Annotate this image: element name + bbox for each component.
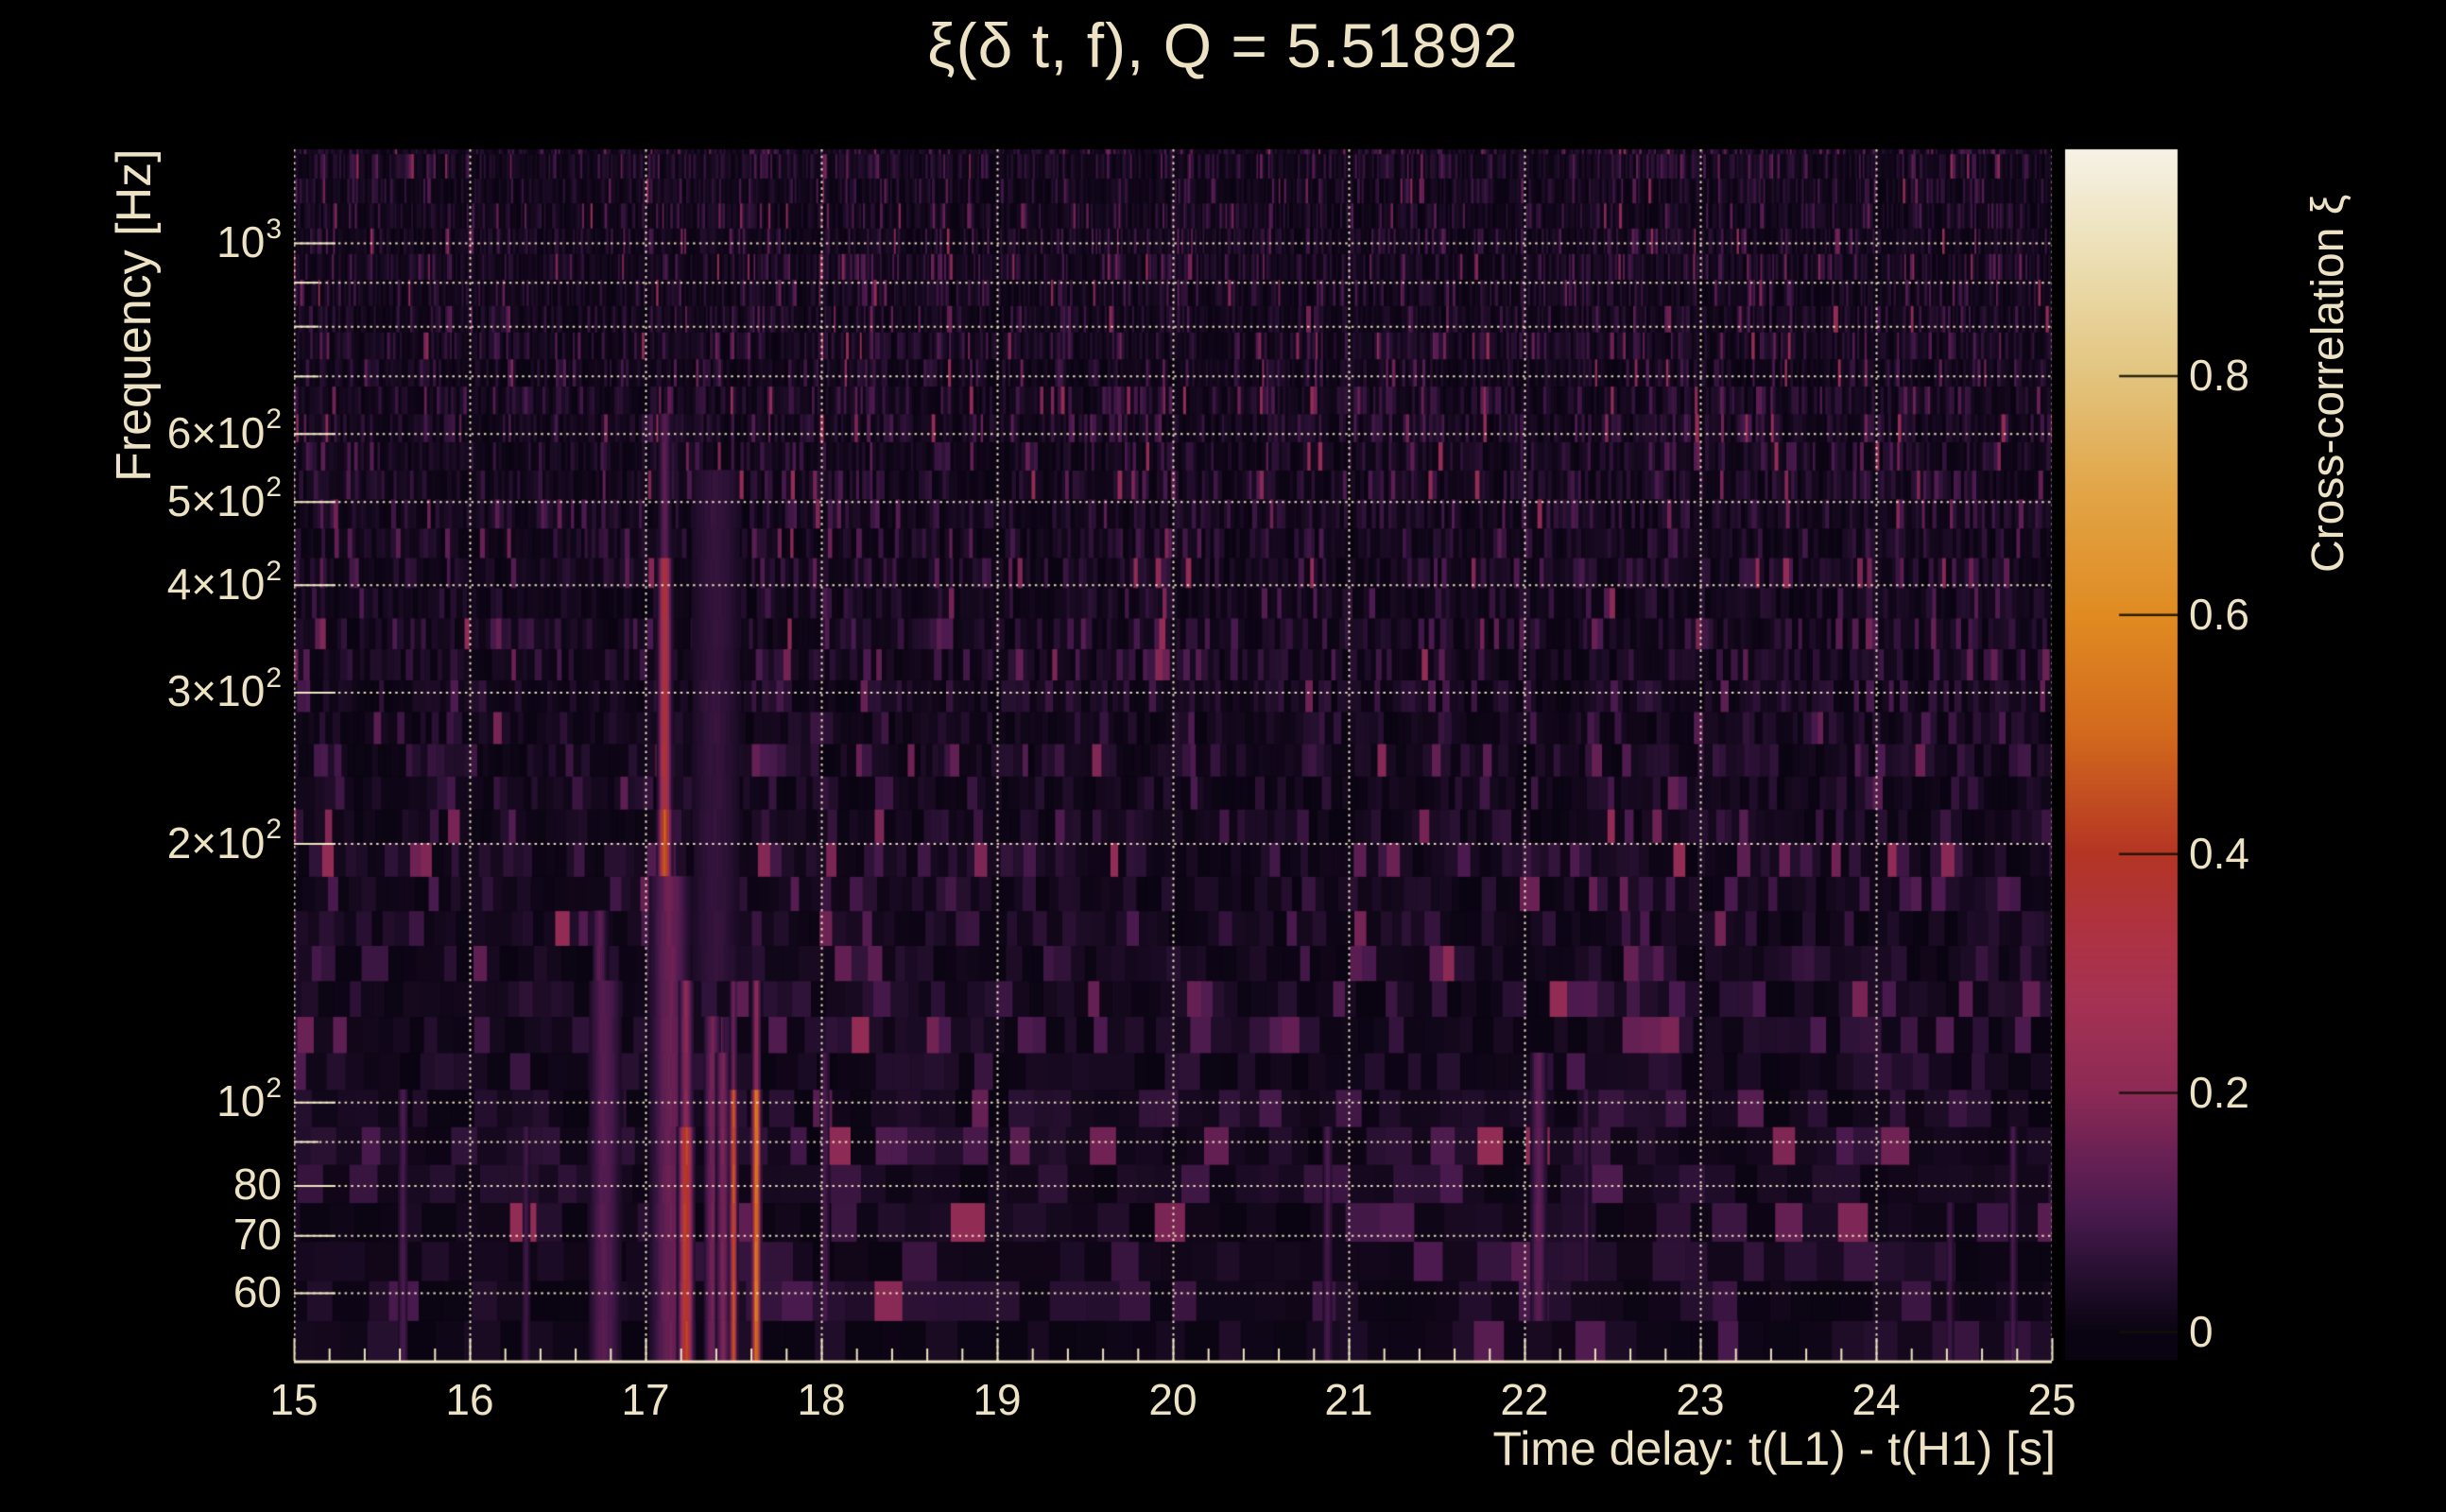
figure: ξ(δ t, f), Q = 5.51892 Frequency [Hz] Ti… — [0, 0, 2446, 1512]
x-tick-label: 20 — [1148, 1375, 1197, 1424]
y-tick-label: 2×102 — [166, 814, 282, 868]
x-axis-title: Time delay: t(L1) - t(H1) [s] — [1492, 1422, 2056, 1475]
x-tick-label: 24 — [1852, 1375, 1901, 1424]
x-tick-label: 15 — [269, 1375, 319, 1424]
x-tick-label: 19 — [973, 1375, 1022, 1424]
y-tick-label: 102 — [216, 1072, 282, 1126]
x-tick-label: 18 — [797, 1375, 846, 1424]
x-tick-label: 17 — [621, 1375, 670, 1424]
y-tick-label: 80 — [233, 1160, 282, 1210]
x-tick-label: 22 — [1500, 1375, 1549, 1424]
y-tick-label: 5×102 — [166, 472, 282, 525]
y-tick-label: 3×102 — [166, 662, 282, 716]
y-tick-label: 6×102 — [166, 404, 282, 457]
x-tick-label: 16 — [445, 1375, 494, 1424]
figure-title: ξ(δ t, f), Q = 5.51892 — [927, 10, 1519, 80]
y-tick-label: 103 — [216, 213, 282, 266]
y-tick-label: 4×102 — [166, 555, 282, 609]
x-tick-label: 21 — [1324, 1375, 1373, 1424]
y-tick-label: 70 — [233, 1210, 282, 1260]
colorbar-tick-label: 0.8 — [2189, 351, 2249, 401]
colorbar-tick-label: 0.2 — [2189, 1068, 2249, 1118]
heatmap-canvas — [0, 0, 2446, 1512]
x-tick-label: 23 — [1676, 1375, 1725, 1424]
colorbar-tick-label: 0.4 — [2189, 829, 2249, 879]
colorbar-tick-label: 0 — [2189, 1307, 2213, 1356]
colorbar-title: Cross-correlation ξ — [2303, 194, 2353, 573]
y-axis-title: Frequency [Hz] — [107, 148, 162, 482]
colorbar-tick-label: 0.6 — [2189, 590, 2249, 640]
x-tick-label: 25 — [2027, 1375, 2076, 1424]
y-tick-label: 60 — [233, 1266, 282, 1316]
